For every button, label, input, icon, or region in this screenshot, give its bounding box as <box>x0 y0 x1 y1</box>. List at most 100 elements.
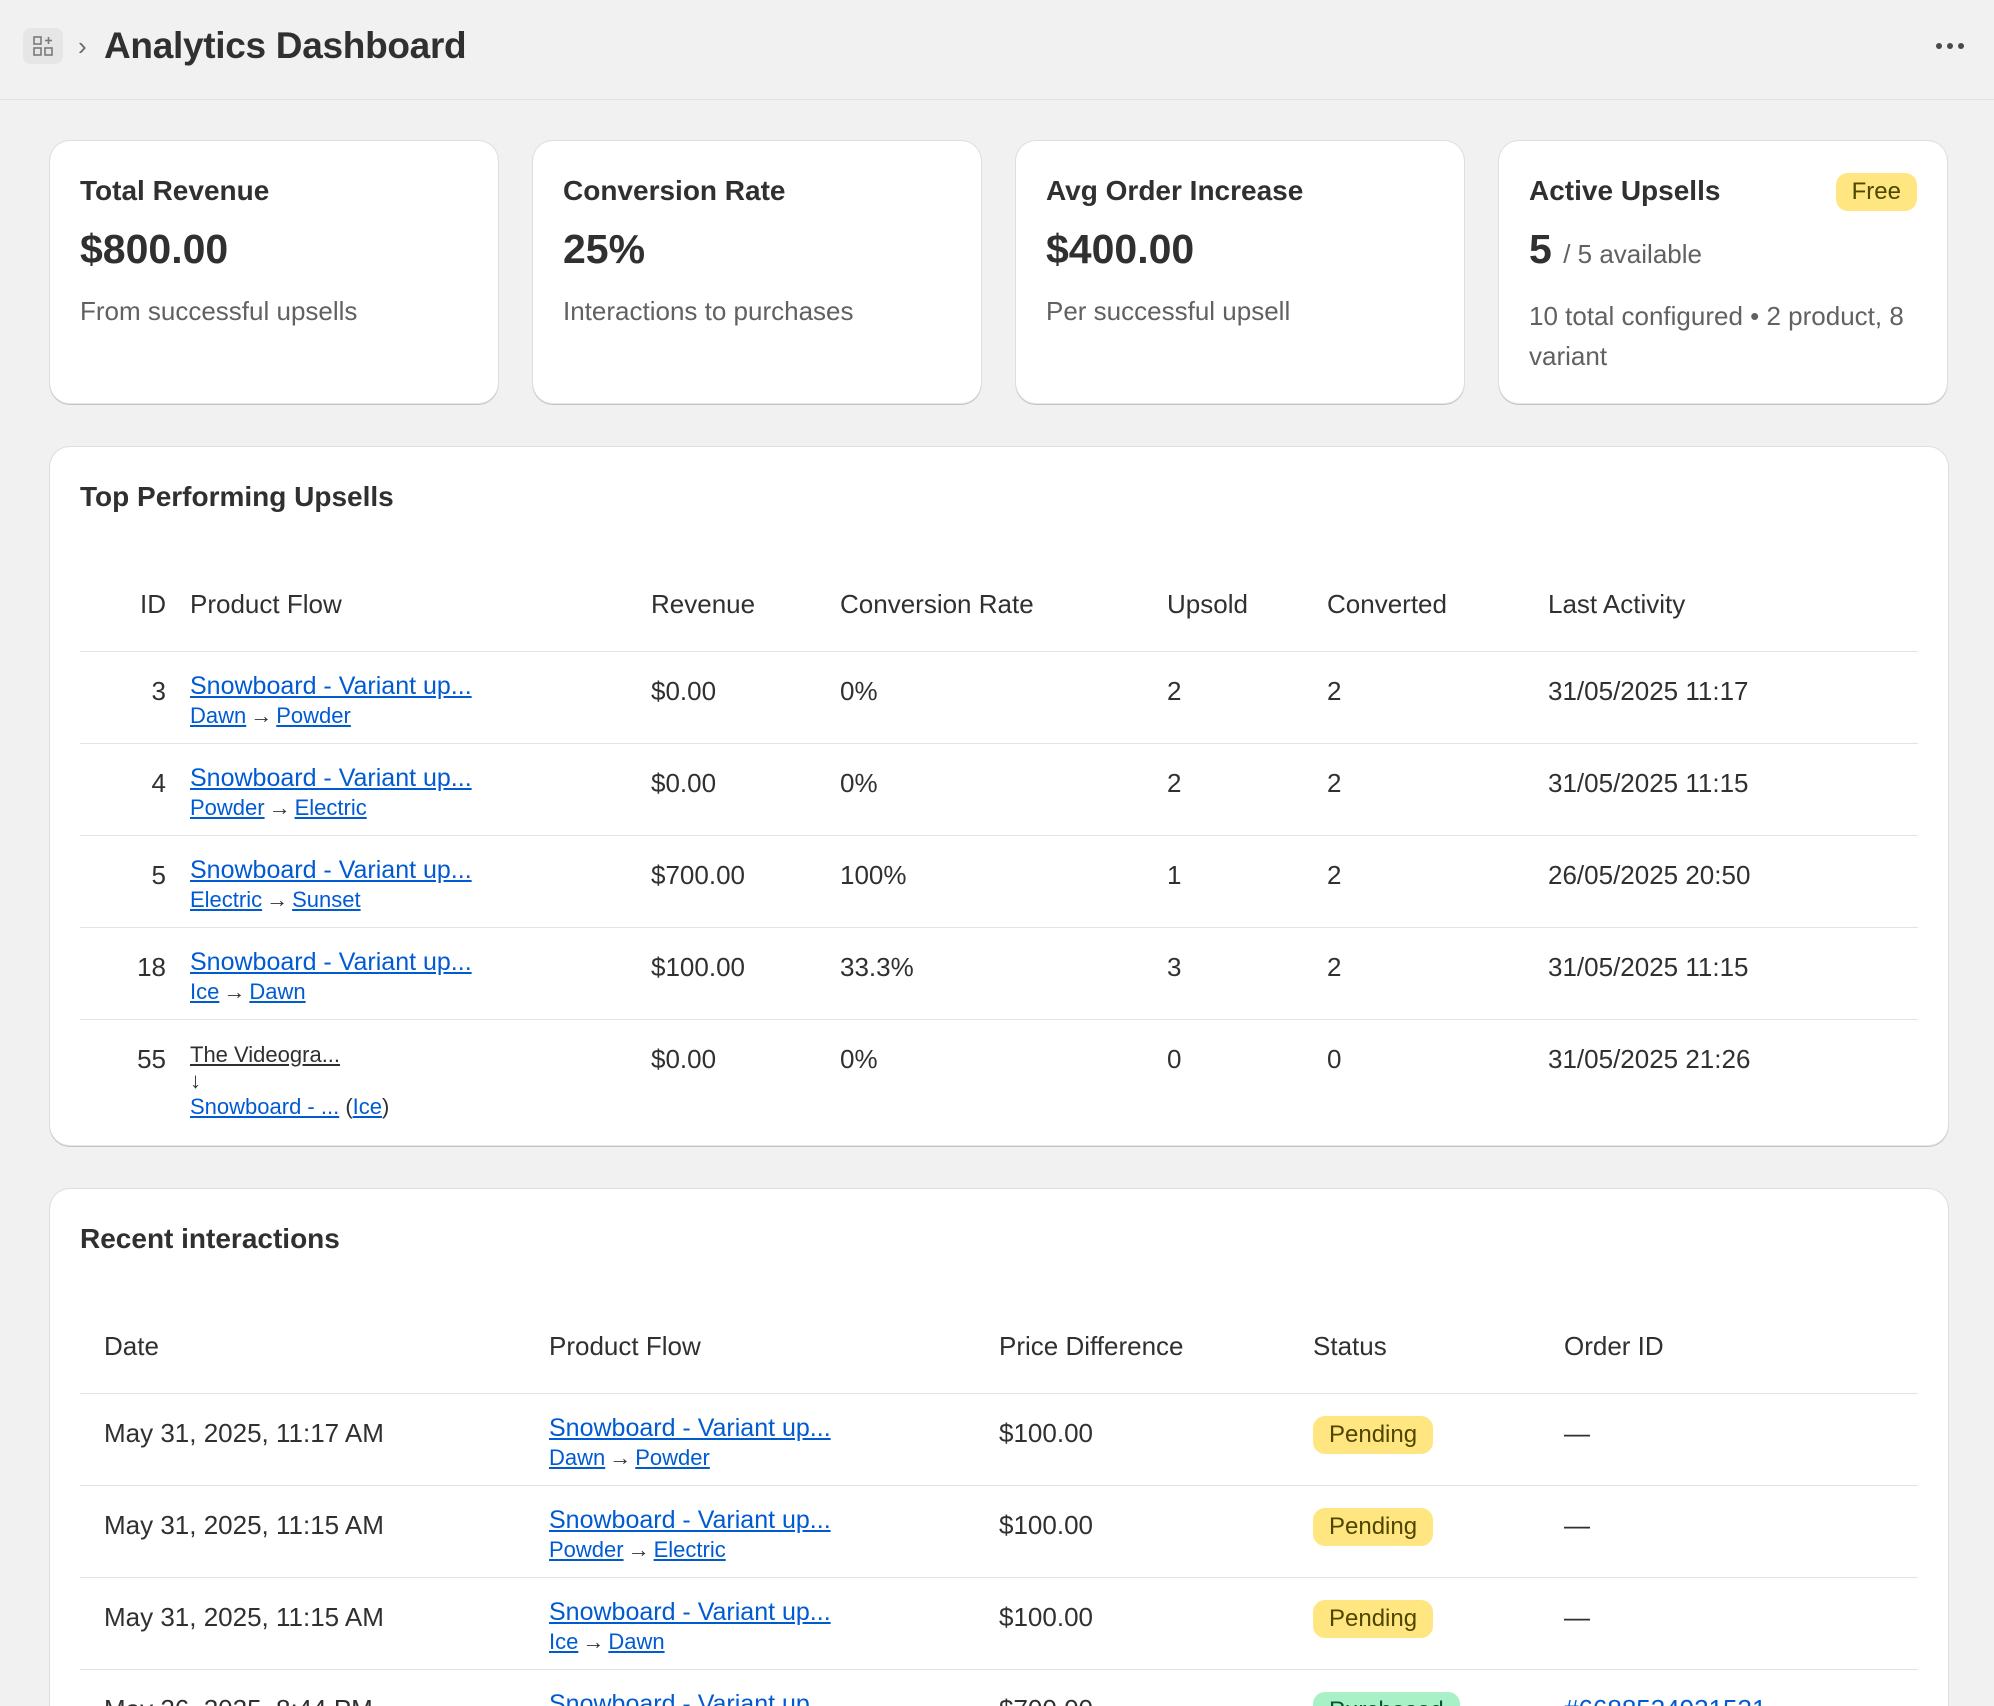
available-count: / 5 available <box>1563 239 1702 269</box>
last-activity: 26/05/2025 20:50 <box>1548 835 1918 928</box>
stat-description: From successful upsells <box>80 296 358 326</box>
table-row: 55 The Videogra... ↓ Snowboard - ... (Ic… <box>80 1019 1918 1122</box>
column-header[interactable]: Upsold <box>1167 559 1327 652</box>
product-link[interactable]: Snowboard - Variant up... <box>190 855 472 885</box>
recent-interactions-section: Recent interactions Date Product Flow Pr… <box>50 1189 1948 1706</box>
table-header-row: ID Product Flow Revenue Conversion Rate … <box>80 559 1918 652</box>
order-link[interactable]: #6688534921531 <box>1564 1694 1766 1706</box>
order-id: — <box>1564 1577 1918 1670</box>
from-variant-link[interactable]: Dawn <box>190 703 246 728</box>
product-link[interactable]: Snowboard - Variant up... <box>549 1505 831 1535</box>
table-row: May 31, 2025, 11:15 AM Snowboard - Varia… <box>80 1485 1918 1578</box>
column-header[interactable]: Conversion Rate <box>840 559 1167 652</box>
price-difference: $100.00 <box>999 1485 1313 1578</box>
column-header[interactable]: Order ID <box>1564 1301 1918 1394</box>
from-variant-link[interactable]: Powder <box>190 795 265 820</box>
product-flow: Snowboard - Variant up... Powder → Electri… <box>549 1485 999 1578</box>
to-variant-link[interactable]: Powder <box>276 703 351 728</box>
product-flow: Snowboard - Variant up... Ice → Dawn <box>190 927 651 1020</box>
table-row: 3 Snowboard - Variant up... Dawn → Powder … <box>80 651 1918 744</box>
interaction-date: May 26, 2025, 8:44 PM <box>80 1669 549 1706</box>
upsell-id: 18 <box>80 927 190 1020</box>
from-variant-link[interactable]: Electric <box>190 887 262 912</box>
target-variant-link[interactable]: Ice <box>353 1094 382 1119</box>
last-activity: 31/05/2025 21:26 <box>1548 1043 1751 1074</box>
variant-flow: Powder → Electric <box>190 793 651 823</box>
to-variant-link[interactable]: Electric <box>654 1537 726 1562</box>
table-row: 4 Snowboard - Variant up... Powder → Elect… <box>80 743 1918 836</box>
conversion-rate: 100% <box>840 835 1167 928</box>
arrow-down-icon: ↓ <box>190 1067 201 1093</box>
active-count: 5 <box>1529 226 1552 272</box>
source-product-link[interactable]: The Videogra... <box>190 1042 340 1067</box>
to-variant-link[interactable]: Electric <box>295 795 367 820</box>
column-header[interactable]: Converted <box>1327 559 1548 652</box>
converted-count: 2 <box>1327 927 1548 1020</box>
column-header[interactable]: Price Difference <box>999 1301 1313 1394</box>
interaction-date: May 31, 2025, 11:15 AM <box>80 1485 549 1578</box>
target-product-link[interactable]: Snowboard - ... <box>190 1094 339 1119</box>
page-title: Analytics Dashboard <box>104 25 467 66</box>
arrow-right-icon: → <box>609 1444 632 1470</box>
conversion-rate: 0% <box>840 743 1167 836</box>
upsold-count: 2 <box>1167 743 1327 836</box>
product-flow: The Videogra... ↓ Snowboard - ... (Ice) <box>190 1019 651 1122</box>
to-variant-link[interactable]: Dawn <box>249 979 305 1004</box>
product-link[interactable]: Snowboard - Variant up... <box>190 671 472 701</box>
upsold-count: 2 <box>1167 651 1327 744</box>
stat-value: 5 / 5 available <box>1529 225 1917 278</box>
variant-flow: Dawn → Powder <box>549 1443 999 1473</box>
plan-badge: Free <box>1835 173 1917 211</box>
product-link[interactable]: Snowboard - Variant up... <box>549 1597 831 1627</box>
product-link[interactable]: Snowboard - Variant up... <box>549 1689 831 1706</box>
variant-flow: Ice → Dawn <box>549 1627 999 1657</box>
more-actions-button[interactable] <box>1928 26 1972 66</box>
column-header[interactable]: Last Activity <box>1548 559 1918 652</box>
product-flow: Snowboard - Variant up... <box>549 1669 999 1706</box>
conversion-rate: 0% <box>840 1043 878 1074</box>
order-id-cell: #6688534921531 <box>1564 1669 1918 1706</box>
apps-icon[interactable] <box>23 28 63 64</box>
last-activity: 31/05/2025 11:15 <box>1548 743 1918 836</box>
column-header[interactable]: Status <box>1313 1301 1564 1394</box>
arrow-right-icon: → <box>223 978 246 1004</box>
product-link[interactable]: Snowboard - Variant up... <box>549 1413 831 1443</box>
conversion-rate: 0% <box>840 651 1167 744</box>
from-variant-link[interactable]: Ice <box>190 979 219 1004</box>
column-header[interactable]: Product Flow <box>190 559 651 652</box>
table-row: May 31, 2025, 11:15 AM Snowboard - Varia… <box>80 1577 1918 1670</box>
to-variant-link[interactable]: Sunset <box>292 887 361 912</box>
to-variant-link[interactable]: Dawn <box>608 1629 664 1654</box>
revenue: $100.00 <box>651 927 840 1020</box>
conversion-rate-card: Conversion Rate 25% Interactions to purc… <box>533 141 981 404</box>
from-variant-link[interactable]: Ice <box>549 1629 578 1654</box>
order-id: — <box>1564 1485 1918 1578</box>
upsell-id: 55 <box>137 1043 166 1074</box>
paren-open: ( <box>345 1093 353 1119</box>
column-header[interactable]: Revenue <box>651 559 840 652</box>
from-variant-link[interactable]: Dawn <box>549 1445 605 1470</box>
top-bar: › Analytics Dashboard <box>0 0 1994 100</box>
revenue: $700.00 <box>651 835 840 928</box>
section-title: Recent interactions <box>80 1223 340 1254</box>
top-upsells-section: Top Performing Upsells ID Product Flow R… <box>50 447 1948 1146</box>
status-cell: Pending <box>1313 1485 1564 1578</box>
stat-title: Total Revenue <box>80 175 270 206</box>
recent-interactions-table: Date Product Flow Price Difference Statu… <box>80 1301 1918 1706</box>
from-variant-link[interactable]: Powder <box>549 1537 624 1562</box>
conversion-rate: 33.3% <box>840 927 1167 1020</box>
arrow-right-icon: → <box>627 1536 650 1562</box>
stat-value: 25% <box>563 226 646 272</box>
product-link[interactable]: Snowboard - Variant up... <box>190 763 472 793</box>
column-header[interactable]: Product Flow <box>549 1301 999 1394</box>
column-header[interactable]: Date <box>80 1301 549 1394</box>
converted-count: 0 <box>1327 1043 1342 1074</box>
product-flow: Snowboard - Variant up... Dawn → Powder <box>549 1393 999 1486</box>
to-variant-link[interactable]: Powder <box>635 1445 710 1470</box>
product-link[interactable]: Snowboard - Variant up... <box>190 947 472 977</box>
table-row: 18 Snowboard - Variant up... Ice → Dawn $1… <box>80 927 1918 1020</box>
converted-count: 2 <box>1327 743 1548 836</box>
variant-flow: Powder → Electric <box>549 1535 999 1565</box>
column-header[interactable]: ID <box>80 559 190 652</box>
status-cell: Pending <box>1313 1393 1564 1486</box>
